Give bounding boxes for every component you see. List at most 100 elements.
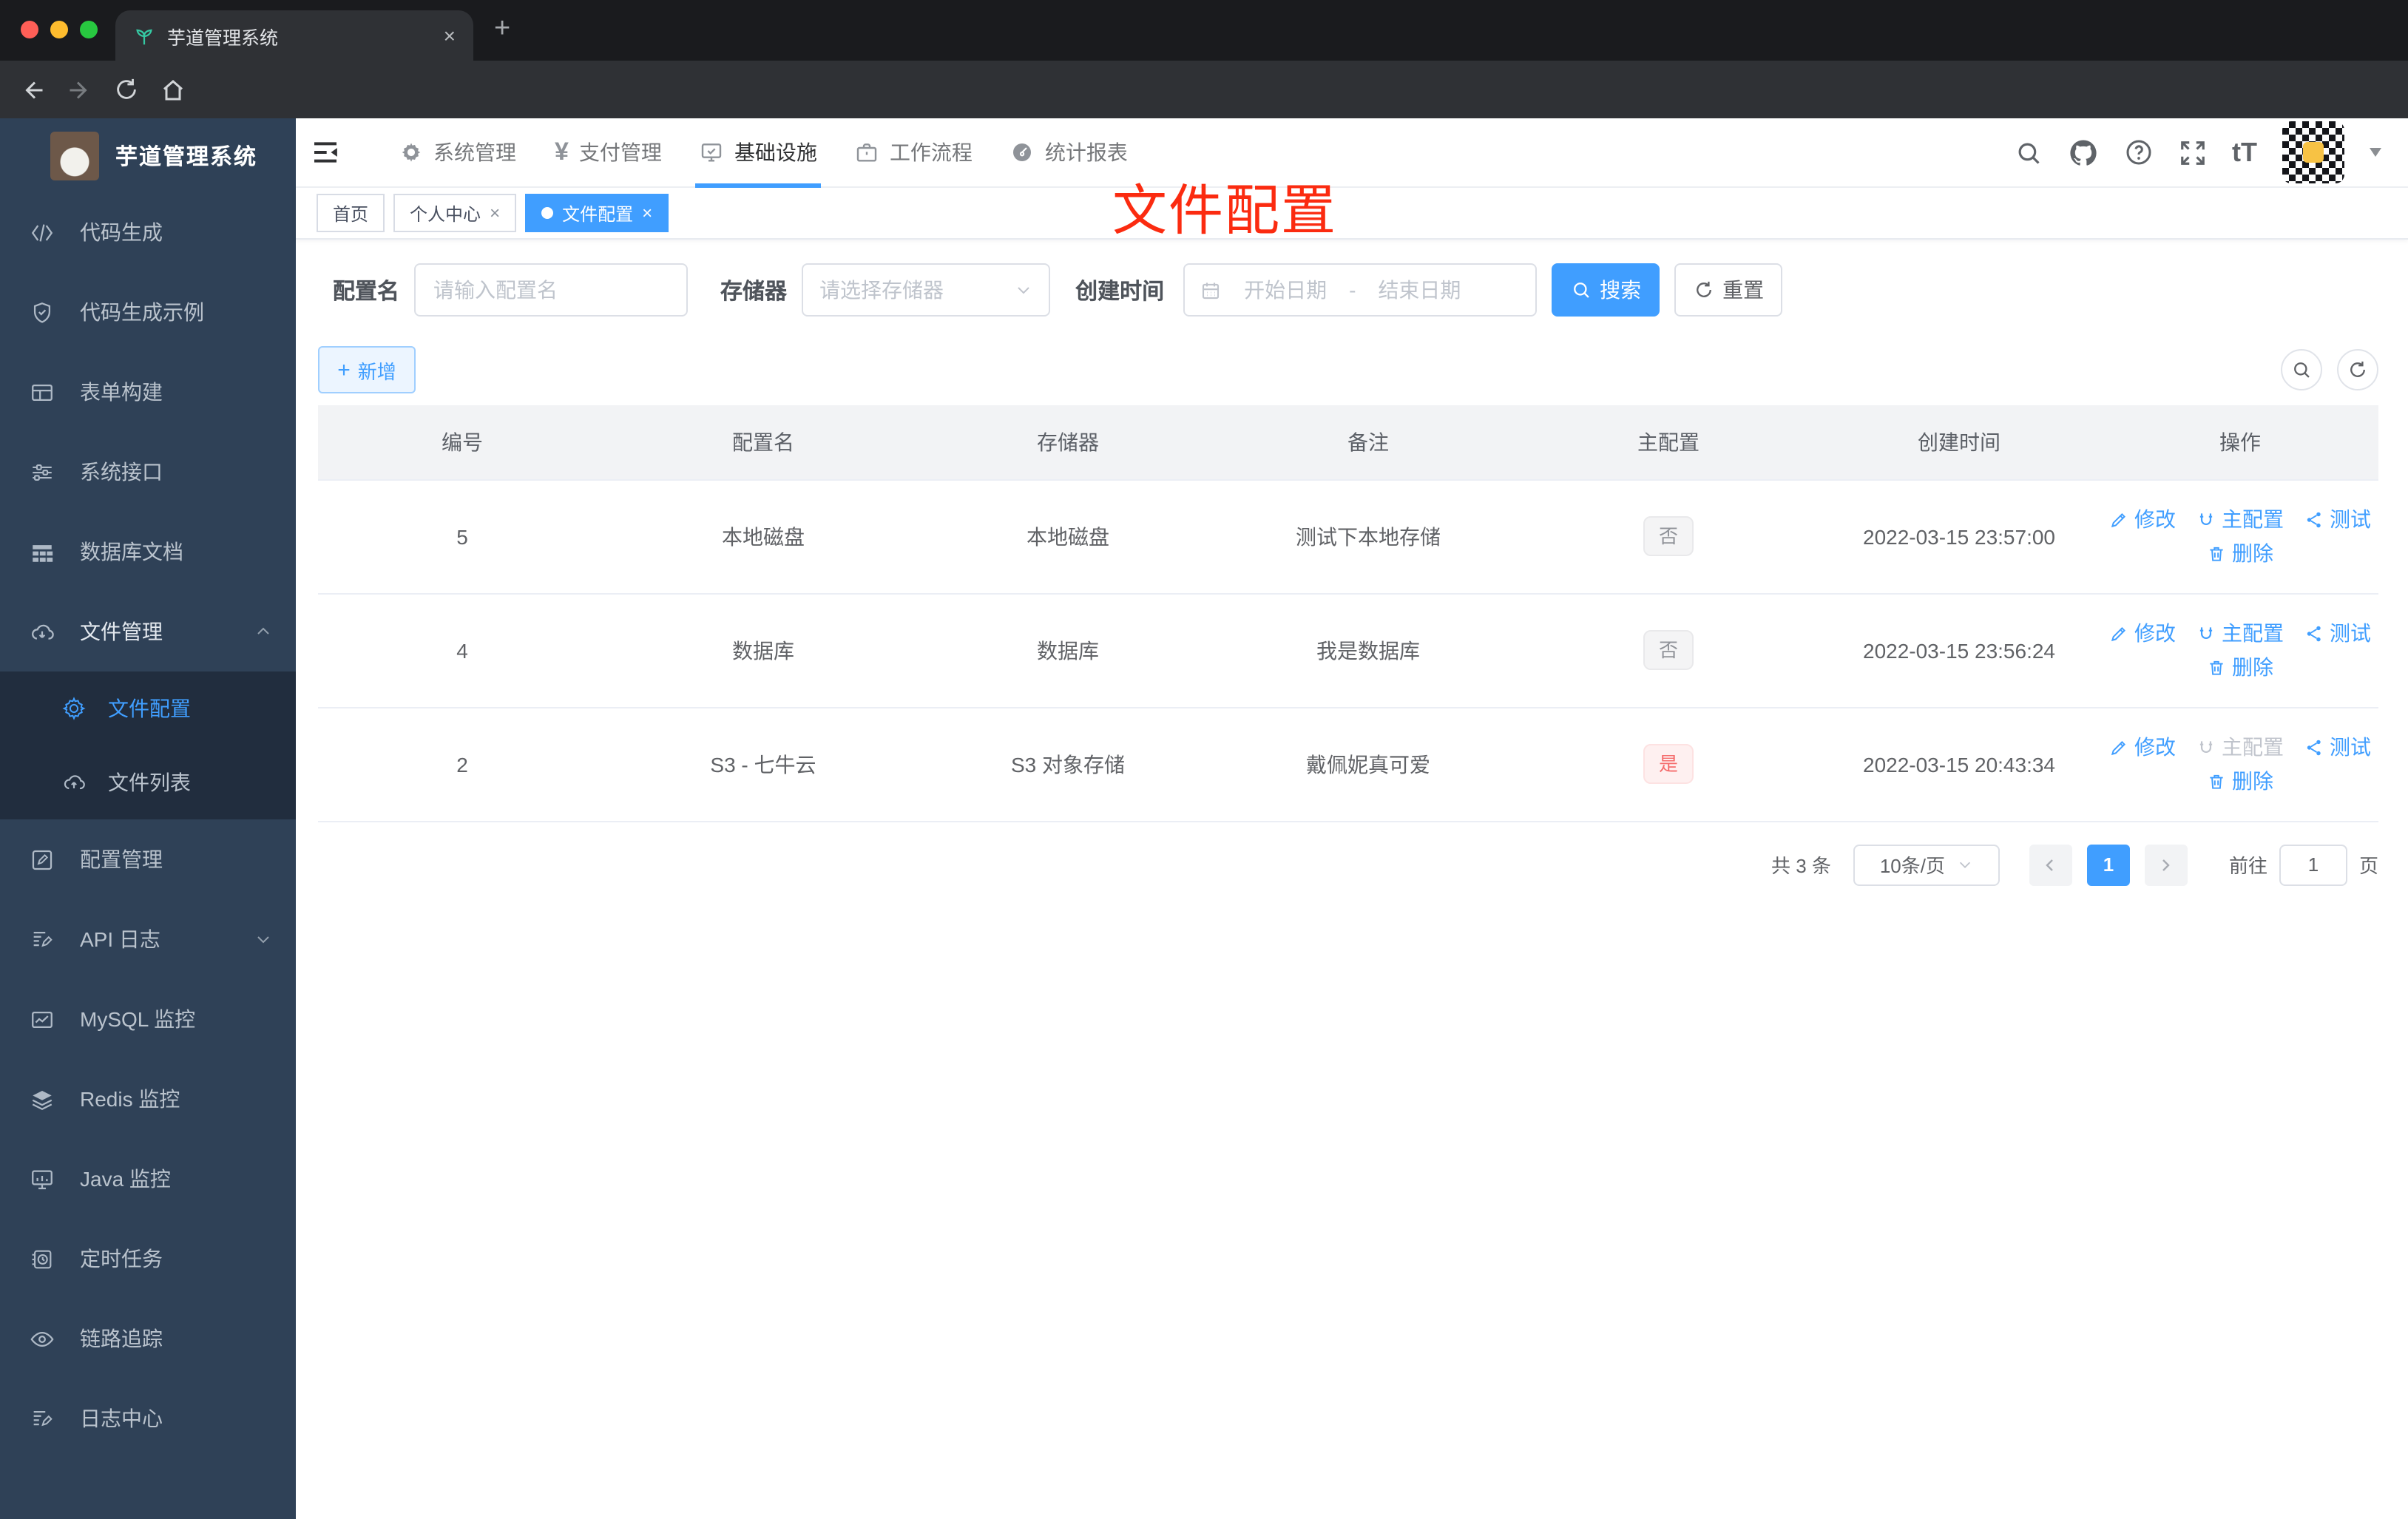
close-icon[interactable]: × xyxy=(642,203,652,223)
gear-icon xyxy=(62,697,86,720)
avatar[interactable] xyxy=(2282,121,2344,183)
test-link[interactable]: 测试 xyxy=(2304,618,2371,648)
sidebar-item-mysql-monitor[interactable]: MySQL 监控 xyxy=(0,979,296,1059)
delete-link[interactable]: 删除 xyxy=(2207,652,2273,682)
test-link[interactable]: 测试 xyxy=(2304,732,2371,762)
eye-icon xyxy=(30,1330,54,1347)
date-range-picker[interactable]: - xyxy=(1183,263,1538,317)
browser-tab-title: 芋道管理系统 xyxy=(167,27,279,48)
sidebar-item-java-monitor[interactable]: Java 监控 xyxy=(0,1139,296,1219)
fullscreen-icon[interactable] xyxy=(2179,138,2207,166)
home-icon[interactable] xyxy=(160,76,186,103)
topnav-system[interactable]: 系统管理 xyxy=(380,118,535,187)
page-content: 配置名 存储器 请选择存储器 创建时间 - xyxy=(296,240,2408,1519)
current-page-button[interactable]: 1 xyxy=(2086,844,2130,885)
master-tag: 是 xyxy=(1643,744,1693,784)
master-link[interactable]: 主配置 xyxy=(2196,504,2284,534)
edit-link[interactable]: 修改 xyxy=(2109,618,2176,648)
end-date-input[interactable] xyxy=(1364,278,1475,302)
toggle-search-button[interactable] xyxy=(2281,349,2322,390)
refresh-table-button[interactable] xyxy=(2337,349,2378,390)
delete-link[interactable]: 删除 xyxy=(2207,766,2273,796)
sidebar-item-system-api[interactable]: 系统接口 xyxy=(0,432,296,512)
code-icon xyxy=(31,223,53,241)
sidebar-item-config-management[interactable]: 配置管理 xyxy=(0,819,296,899)
search-icon[interactable] xyxy=(2015,138,2043,166)
sidebar: 芋道管理系统 代码生成 代码生成示例 表单构建 系统接口 数据库文档 文件管理 … xyxy=(0,118,296,1519)
master-link[interactable]: 主配置 xyxy=(2196,618,2284,648)
app-title: 芋道管理系统 xyxy=(115,144,258,169)
config-name-input[interactable] xyxy=(414,263,689,317)
test-link[interactable]: 测试 xyxy=(2304,504,2371,534)
start-date-input[interactable] xyxy=(1231,278,1341,302)
tab-close-icon[interactable]: × xyxy=(444,24,456,47)
zoom-window-button[interactable] xyxy=(80,21,98,38)
col-remark: 备注 xyxy=(1216,405,1521,480)
goto-page-input[interactable] xyxy=(2279,844,2347,885)
sidebar-item-redis-monitor[interactable]: Redis 监控 xyxy=(0,1059,296,1139)
doc-edit-icon xyxy=(33,1410,53,1426)
browser-tab[interactable]: 芋道管理系统 × xyxy=(115,10,473,61)
refresh-icon xyxy=(2350,361,2365,377)
topnav-infrastructure[interactable]: 基础设施 xyxy=(681,118,836,187)
font-size-icon[interactable]: tT xyxy=(2232,137,2257,168)
col-storage: 存储器 xyxy=(920,405,1216,480)
tag-file-config[interactable]: 文件配置 × xyxy=(525,194,669,232)
magnet-icon xyxy=(2199,740,2213,753)
table-row: 5 本地磁盘 本地磁盘 测试下本地存储 否 2022-03-15 23:57:0… xyxy=(318,479,2378,594)
chevron-down-icon xyxy=(257,936,269,944)
edit-link[interactable]: 修改 xyxy=(2109,504,2176,534)
minimize-window-button[interactable] xyxy=(50,21,68,38)
sidebar-item-file-config[interactable]: 文件配置 xyxy=(0,671,296,745)
window-controls[interactable] xyxy=(21,21,98,38)
sidebar-item-scheduled-tasks[interactable]: 定时任务 xyxy=(0,1219,296,1299)
topnav-workflow[interactable]: 工作流程 xyxy=(836,118,992,187)
forward-icon[interactable] xyxy=(67,76,93,103)
collapse-sidebar-icon[interactable] xyxy=(296,138,355,167)
sidebar-item-code-gen[interactable]: 代码生成 xyxy=(0,192,296,272)
edit-icon xyxy=(2111,740,2125,755)
reset-button[interactable]: 重置 xyxy=(1674,263,1783,317)
dashboard-icon xyxy=(1013,143,1032,161)
table-row: 4 数据库 数据库 我是数据库 否 2022-03-15 23:56:24 修改 xyxy=(318,593,2378,708)
trash-icon xyxy=(2210,660,2223,674)
sidebar-item-form-builder[interactable]: 表单构建 xyxy=(0,352,296,432)
page-size-select[interactable]: 10条/页 xyxy=(1853,844,2000,885)
sidebar-item-file-management[interactable]: 文件管理 xyxy=(0,592,296,671)
sidebar-item-code-gen-example[interactable]: 代码生成示例 xyxy=(0,272,296,352)
prev-page-button[interactable] xyxy=(2029,844,2072,885)
sidebar-item-log-center[interactable]: 日志中心 xyxy=(0,1378,296,1458)
cloud-download-icon xyxy=(32,623,54,639)
help-icon[interactable] xyxy=(2124,138,2154,167)
close-window-button[interactable] xyxy=(21,21,38,38)
col-id: 编号 xyxy=(318,405,606,480)
file-config-table: 编号 配置名 存储器 备注 主配置 创建时间 操作 5 本地磁盘 本地磁盘 测试… xyxy=(318,405,2378,822)
sidebar-item-file-list[interactable]: 文件列表 xyxy=(0,745,296,819)
calendar-icon xyxy=(1203,282,1220,299)
next-page-button[interactable] xyxy=(2144,844,2188,885)
sidebar-item-db-doc[interactable]: 数据库文档 xyxy=(0,512,296,592)
edit-link[interactable]: 修改 xyxy=(2109,732,2176,762)
reload-icon[interactable] xyxy=(114,77,139,102)
search-button[interactable]: 搜索 xyxy=(1552,263,1660,317)
avatar-caret-icon[interactable] xyxy=(2370,148,2381,157)
col-master: 主配置 xyxy=(1521,405,1816,480)
browser-toolbar: 127.0.0.1:1024/infra/file/file-config 11… xyxy=(0,61,2408,172)
browser-tabstrip: 芋道管理系统 × + xyxy=(0,0,2408,61)
sidebar-item-api-log[interactable]: API 日志 xyxy=(0,899,296,979)
add-button[interactable]: + 新增 xyxy=(318,346,416,393)
chart-icon xyxy=(32,1010,53,1028)
github-icon[interactable] xyxy=(2068,137,2099,168)
tag-home[interactable]: 首页 xyxy=(317,194,385,232)
storage-select[interactable]: 请选择存储器 xyxy=(802,263,1051,317)
config-name-label: 配置名 xyxy=(333,279,400,304)
delete-link[interactable]: 删除 xyxy=(2207,538,2273,568)
topnav-payment[interactable]: ¥ 支付管理 xyxy=(535,118,681,187)
tags-view-bar: 首页 个人中心 × 文件配置 × xyxy=(296,188,2408,240)
new-tab-button[interactable]: + xyxy=(494,13,510,46)
share-nodes-icon xyxy=(2307,739,2321,755)
close-icon[interactable]: × xyxy=(490,203,500,223)
sidebar-item-tracing[interactable]: 链路追踪 xyxy=(0,1299,296,1378)
tag-profile[interactable]: 个人中心 × xyxy=(393,194,517,232)
back-icon[interactable] xyxy=(19,76,46,103)
